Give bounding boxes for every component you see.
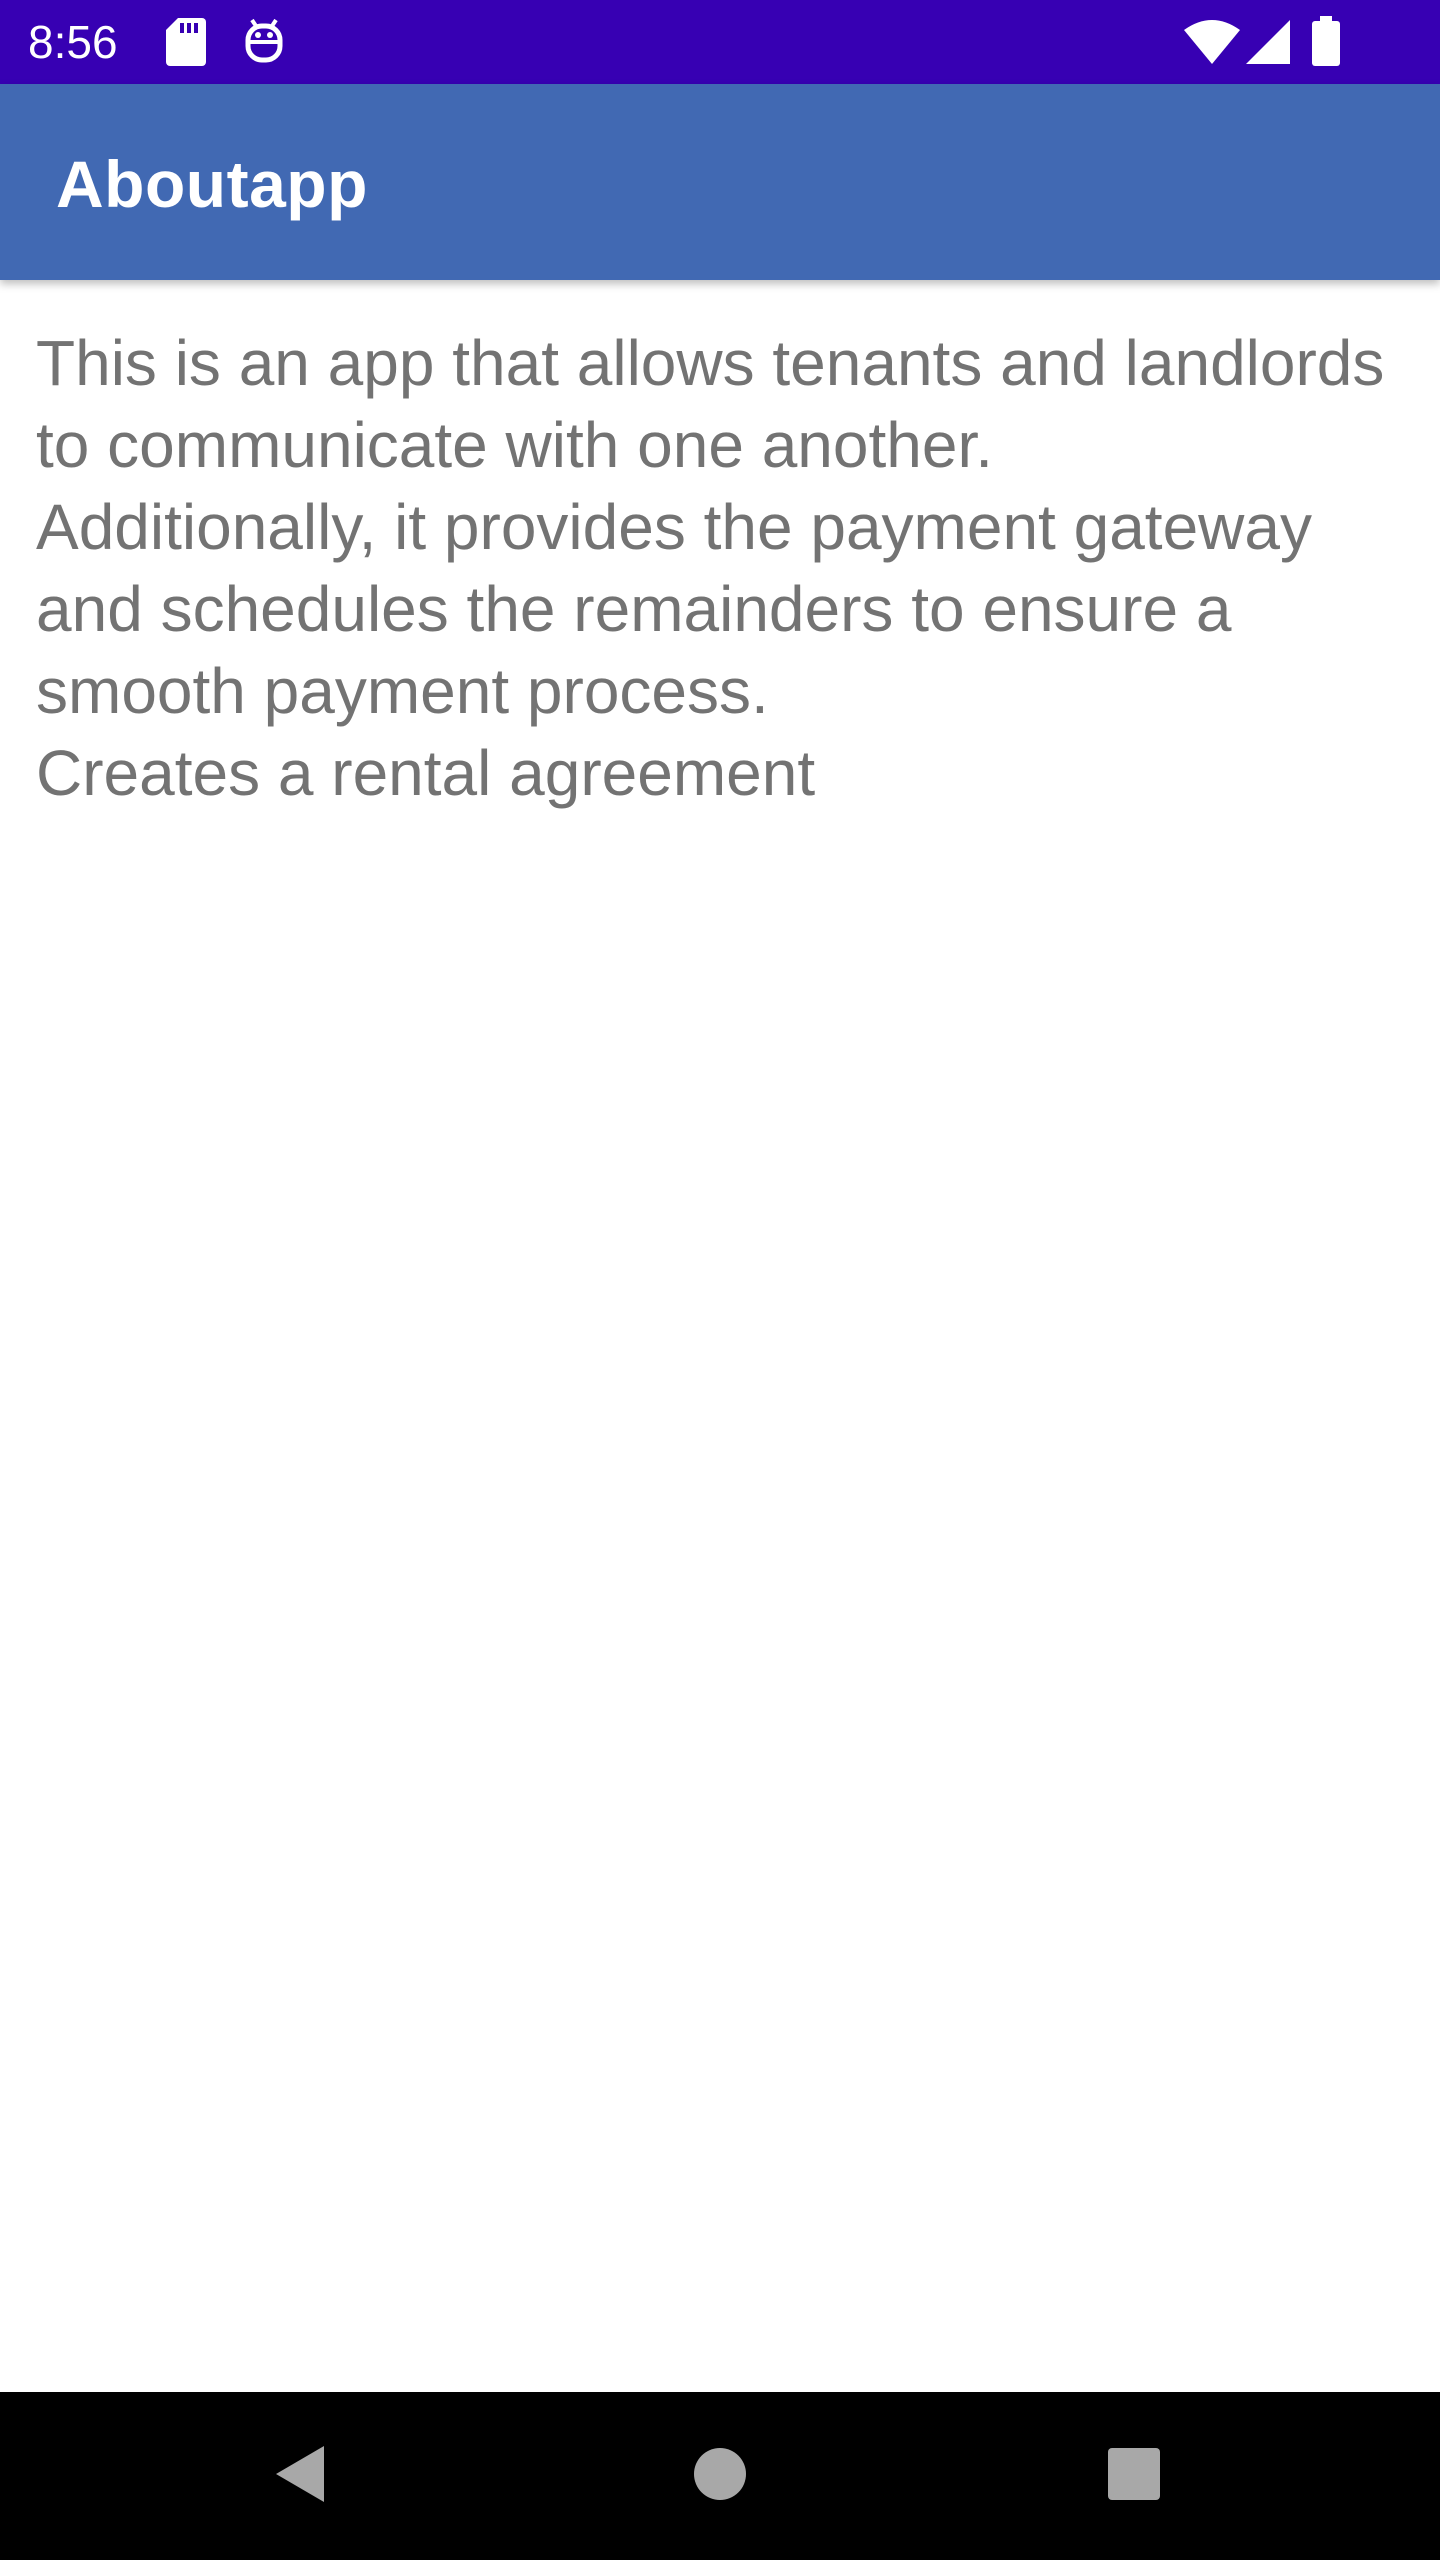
home-icon <box>693 2447 747 2506</box>
screen: 8:56 Aboutapp This is an app that allows… <box>0 0 1440 2560</box>
nav-bar <box>0 2392 1440 2560</box>
sd-card-icon <box>166 18 206 71</box>
recents-button[interactable] <box>1054 2392 1214 2560</box>
notification-robot-icon <box>244 18 284 71</box>
app-bar: Aboutapp <box>0 84 1440 280</box>
back-icon <box>272 2442 328 2511</box>
back-button[interactable] <box>220 2392 380 2560</box>
app-title: Aboutapp <box>56 147 368 221</box>
battery-icon <box>1312 16 1340 71</box>
about-description: This is an app that allows tenants and l… <box>36 327 1385 809</box>
wifi-icon <box>1184 20 1240 69</box>
recents-icon <box>1107 2447 1161 2506</box>
cellular-signal-icon <box>1246 20 1290 69</box>
home-button[interactable] <box>640 2392 800 2560</box>
status-time: 8:56 <box>28 16 118 68</box>
status-bar: 8:56 <box>0 0 1440 84</box>
